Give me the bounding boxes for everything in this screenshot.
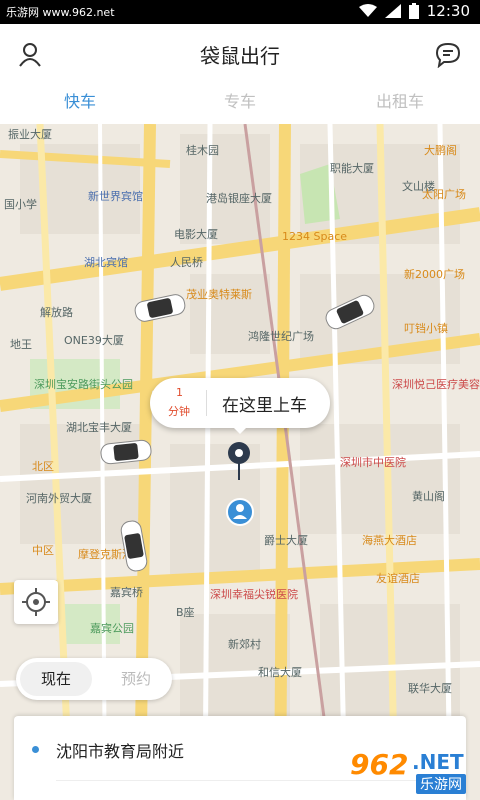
poi-label: 解放路 [40,306,73,319]
poi-label: 联华大厦 [408,682,452,695]
signal-icon [384,4,401,18]
pickup-here-label: 在这里上车 [222,396,307,416]
start-dot-icon [32,746,39,753]
poi-label: 河南外贸大厦 [26,492,92,505]
tab-express[interactable]: 快车 [0,82,160,124]
poi-label: 海燕大酒店 [362,534,417,547]
user-location-icon [226,498,254,526]
poi-label: 1234 Space [282,230,348,243]
locate-button[interactable] [14,580,58,624]
poi-label: 桂木园 [186,144,219,157]
watermark-cn: 乐游网 [416,774,466,794]
page-title: 袋鼠出行 [200,44,280,68]
poi-label: 和信大厦 [258,666,302,679]
bubble-tail [232,426,248,434]
poi-label: 北区 [32,460,54,473]
watermark-net: .NET [412,750,464,774]
poi-label: 嘉宾公园 [90,622,134,635]
tab-premium[interactable]: 专车 [160,82,320,124]
poi-label: 湖北宾馆 [84,256,128,269]
poi-label: 爵士大厦 [264,534,308,547]
poi-label: 文山楼 [402,180,435,193]
poi-label: 国小学 [4,198,37,211]
crosshair-icon [22,588,50,616]
pickup-address: 沈阳市教育局附近 [56,742,185,761]
poi-label: 职能大厦 [330,162,374,175]
poi-label: 嘉宾桥 [110,586,143,599]
eta-value: 1 [176,386,183,399]
poi-label: 深圳悦己医疗美容医院 [392,378,480,391]
status-right: 12:30 [358,2,470,20]
poi-label: 深圳幸福尖锐医院 [210,588,298,601]
service-tabs: 快车 专车 出租车 [0,82,480,125]
poi-label: 港岛银座大厦 [206,192,272,205]
bubble-divider [206,390,207,416]
poi-label: 深圳市中医院 [340,456,406,469]
status-time: 12:30 [426,2,470,20]
time-switch: 现在 预约 [16,658,172,700]
poi-label: 人民桥 [170,256,203,269]
poi-label: 振业大厦 [8,128,52,141]
tab-taxi[interactable]: 出租车 [320,82,480,124]
pickup-pin-icon [228,442,250,480]
poi-label: 新世界宾馆 [88,190,143,203]
poi-label: B座 [176,606,195,619]
poi-label: 地王 [10,338,32,351]
watermark-logo: 962 .NET 乐游网 [346,748,476,798]
wifi-icon [358,4,377,17]
battery-icon [408,3,419,19]
reserve-option[interactable]: 预约 [100,662,172,696]
chat-icon[interactable] [434,40,462,68]
poi-label: 湖北宝丰大厦 [66,421,132,434]
now-option[interactable]: 现在 [20,662,92,696]
poi-label: 友谊酒店 [376,572,420,585]
poi-label: ONE39大厦 [64,334,124,347]
poi-label: 深圳宝安路街头公园 [34,378,133,391]
status-site-text: 乐游网 www.962.net [6,6,115,19]
watermark-number: 962 [350,748,409,781]
poi-label: 新郊村 [228,638,261,651]
poi-label: 大鹏阁 [424,144,457,157]
poi-label: 新2000广场 [404,268,465,281]
poi-label: 叮铛小镇 [404,322,448,335]
status-bar: 乐游网 www.962.net 12:30 [0,0,480,24]
poi-label: 电影大厦 [174,228,218,241]
app-header: 袋鼠出行 [0,24,480,82]
poi-label: 茂业奥特莱斯 [186,288,252,301]
poi-label: 中区 [32,544,54,557]
pickup-bubble[interactable]: 1 分钟 在这里上车 [150,378,330,434]
poi-label: 鸿隆世纪广场 [248,330,314,343]
poi-label: 黄山阁 [412,490,445,503]
eta-unit: 分钟 [168,405,190,418]
